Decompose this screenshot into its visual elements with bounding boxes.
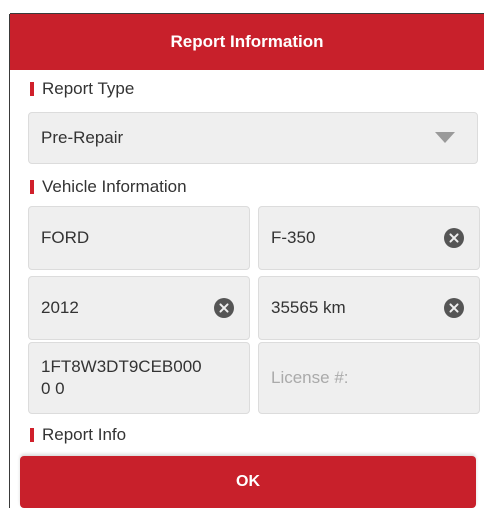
section-marker xyxy=(30,82,34,96)
model-field[interactable]: F-350 xyxy=(258,206,480,270)
clear-icon[interactable] xyxy=(444,298,464,318)
ok-button[interactable]: OK xyxy=(20,456,476,508)
make-field[interactable]: FORD xyxy=(28,206,250,270)
vehicle-information-section-label: Vehicle Information xyxy=(28,176,187,198)
dialog-title: Report Information xyxy=(170,32,324,51)
report-type-select[interactable]: Pre-Repair xyxy=(28,112,478,164)
make-value: FORD xyxy=(41,228,90,247)
report-info-section-label: Report Info xyxy=(28,424,126,446)
year-field[interactable]: 2012 xyxy=(28,276,250,340)
section-marker xyxy=(30,428,34,442)
vehicle-information-label: Vehicle Information xyxy=(42,177,187,196)
report-type-section-label: Report Type xyxy=(28,78,134,100)
year-value: 2012 xyxy=(41,298,79,317)
license-placeholder: License #: xyxy=(271,368,349,387)
ok-label: OK xyxy=(236,473,260,490)
clear-icon[interactable] xyxy=(444,228,464,248)
report-info-label: Report Info xyxy=(42,425,127,444)
section-marker xyxy=(30,180,34,194)
model-value: F-350 xyxy=(271,228,316,247)
report-type-value: Pre-Repair xyxy=(41,128,124,147)
license-field[interactable]: License #: xyxy=(258,342,480,414)
report-information-dialog: Report Information Report Type Pre-Repai… xyxy=(10,14,484,508)
vin-field[interactable]: 1FT8W3DT9CEB0000 0 xyxy=(28,342,250,414)
mileage-value: 35565 km xyxy=(271,298,346,317)
dialog-title-bar: Report Information xyxy=(10,14,484,70)
clear-icon[interactable] xyxy=(214,298,234,318)
report-type-label: Report Type xyxy=(42,79,135,98)
mileage-field[interactable]: 35565 km xyxy=(258,276,480,340)
vin-value: 1FT8W3DT9CEB0000 0 xyxy=(41,357,202,398)
dropdown-arrow-icon xyxy=(435,132,455,143)
